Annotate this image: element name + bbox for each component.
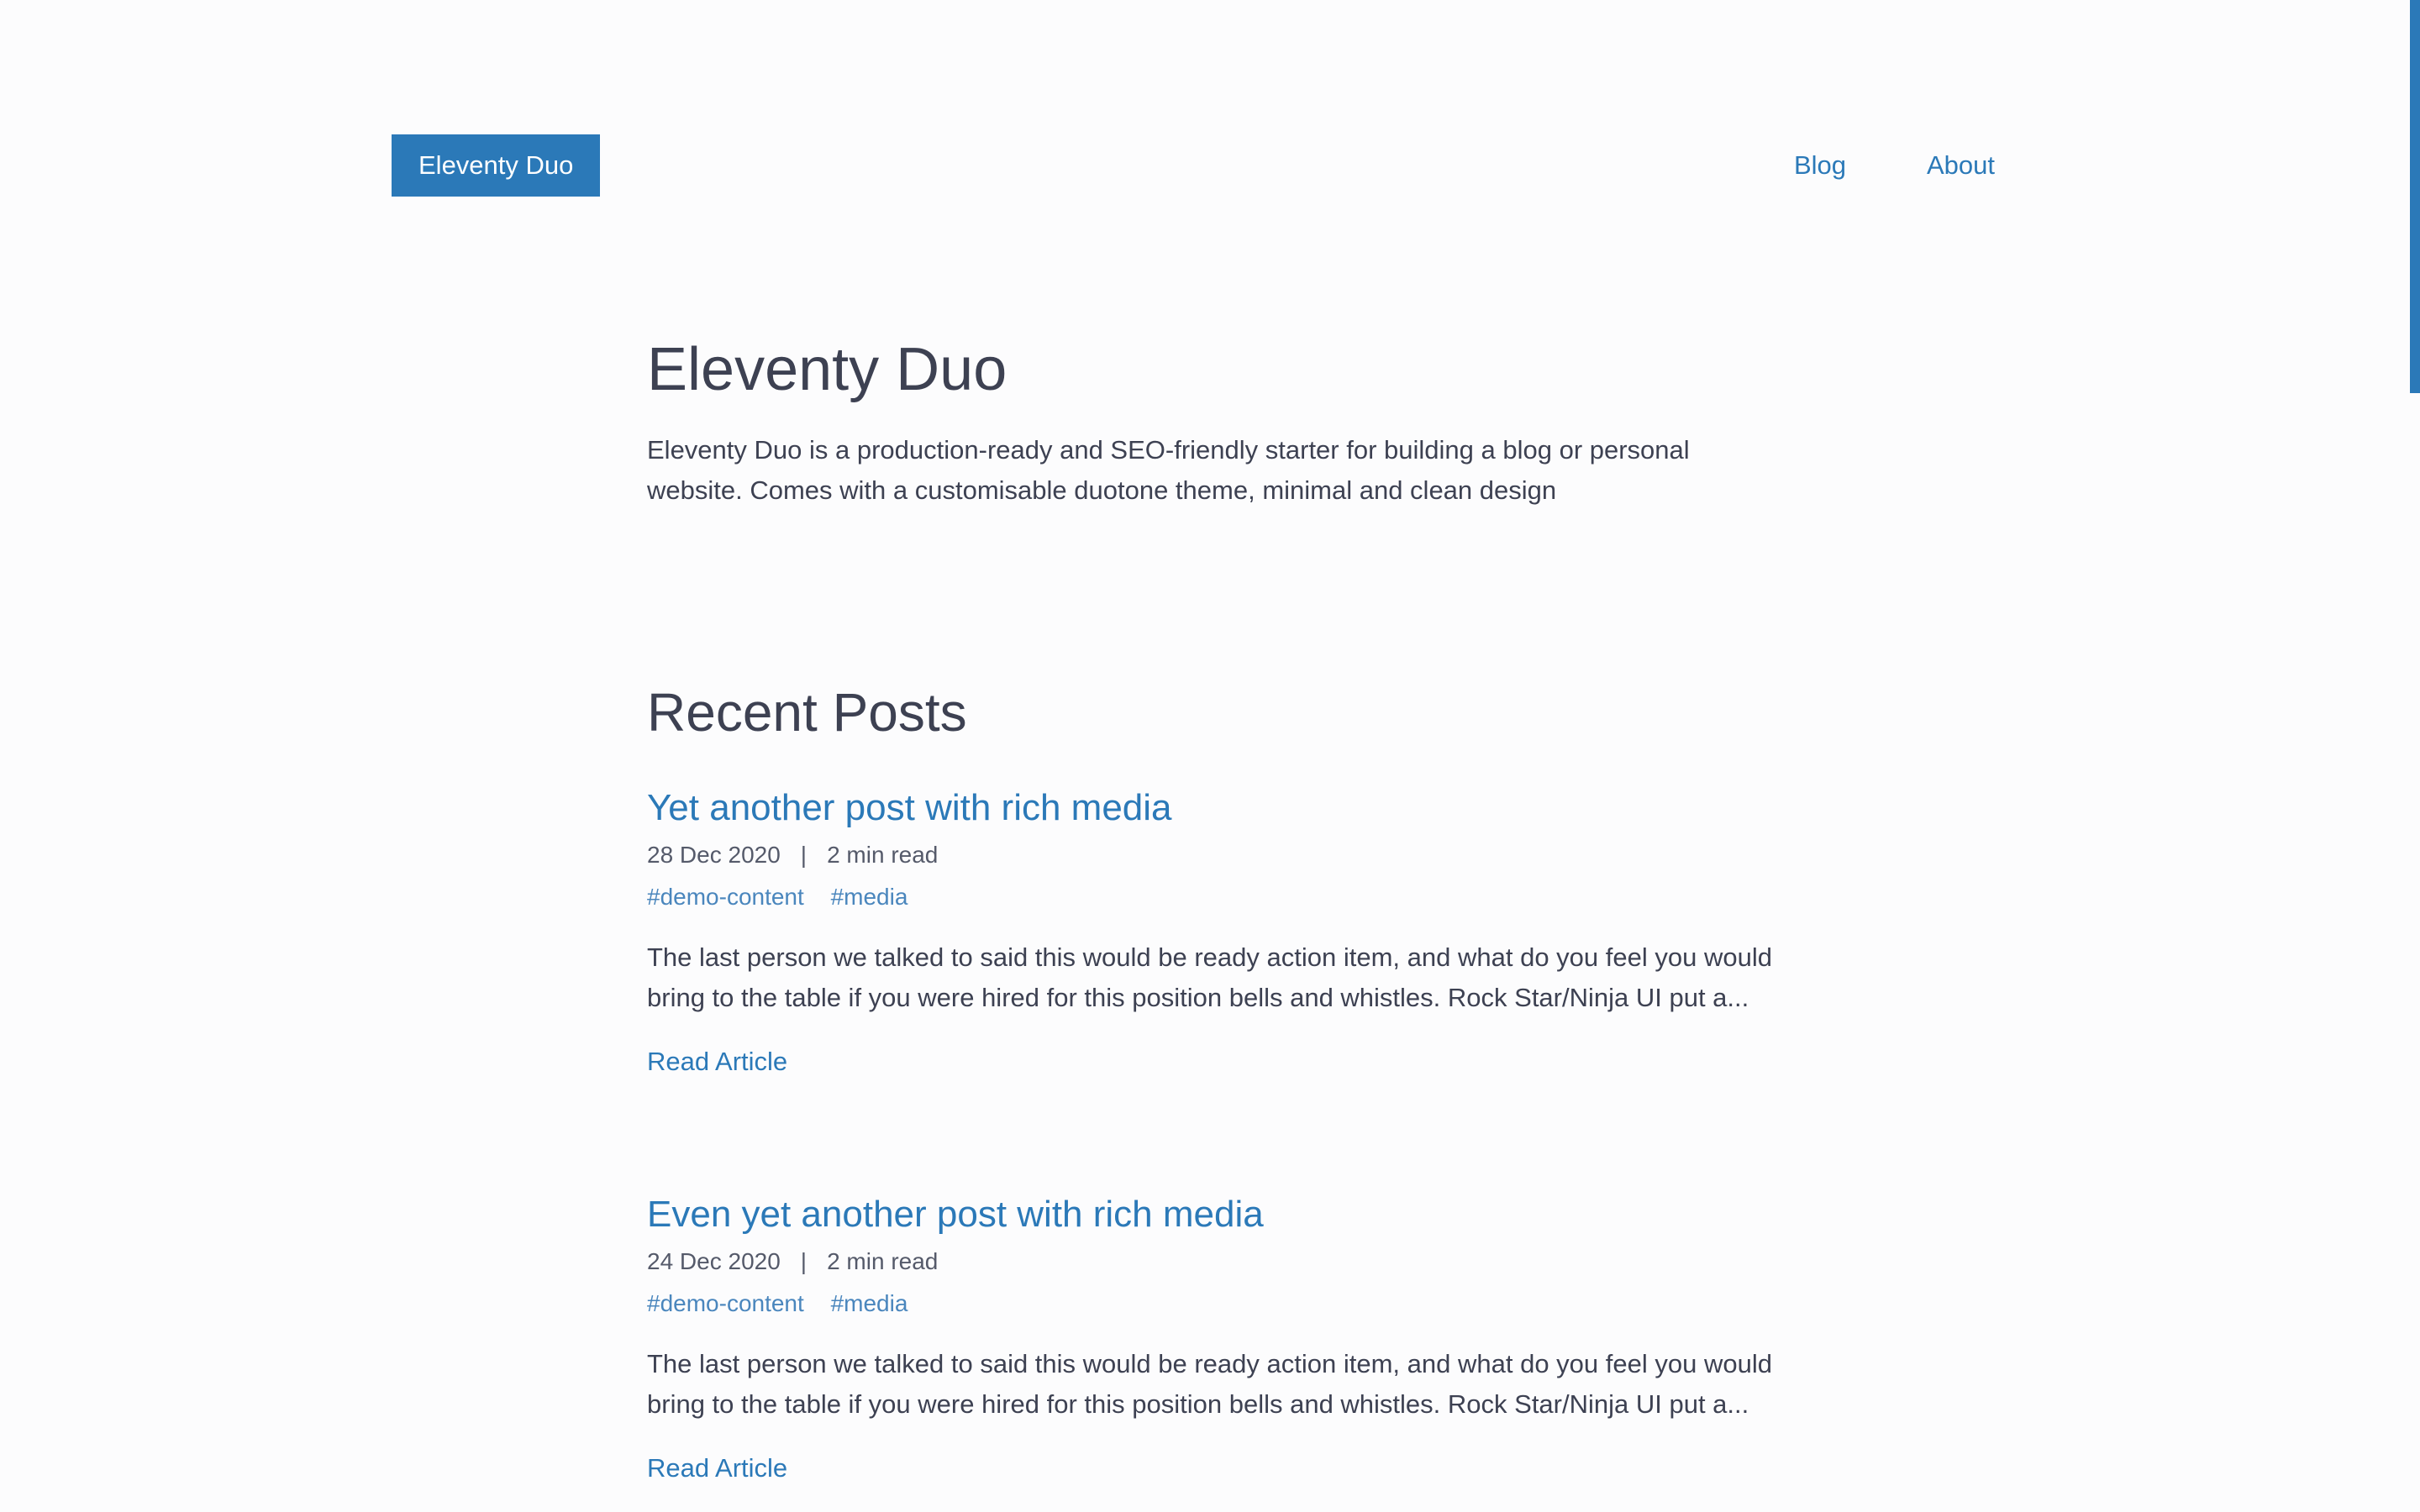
- tag-link[interactable]: #media: [831, 884, 908, 910]
- post-excerpt: The last person we talked to said this w…: [647, 1349, 1772, 1419]
- nav-link-about[interactable]: About: [1927, 150, 1995, 181]
- tag-link[interactable]: #demo-content: [647, 884, 804, 910]
- post-title: Even yet another post with rich media: [647, 1189, 1773, 1240]
- page-title: Eleventy Duo: [647, 336, 1007, 403]
- main-content: Eleventy Duo Eleventy Duo is a productio…: [647, 329, 1773, 1487]
- read-article-link[interactable]: Read Article: [647, 1450, 787, 1487]
- read-article-link[interactable]: Read Article: [647, 1043, 787, 1080]
- post-date: 28 Dec 2020: [647, 842, 781, 868]
- scroll-progress-bar: [2410, 0, 2420, 393]
- nav-link-blog[interactable]: Blog: [1794, 150, 1846, 181]
- site-description: Eleventy Duo is a production-ready and S…: [647, 435, 1690, 505]
- meta-separator: |: [800, 842, 808, 868]
- post-read-time: 2 min read: [827, 842, 939, 868]
- site-logo-link[interactable]: Eleventy Duo: [392, 134, 601, 197]
- post-item: Yet another post with rich media 28 Dec …: [647, 783, 1773, 1080]
- post-tags: #demo-content #media: [647, 880, 1773, 914]
- tag-link[interactable]: #media: [831, 1290, 908, 1316]
- post-meta: 24 Dec 2020 | 2 min read: [647, 1245, 1773, 1278]
- meta-separator: |: [800, 1248, 808, 1274]
- main-nav: Blog About: [1794, 134, 1995, 197]
- tag-link[interactable]: #demo-content: [647, 1290, 804, 1316]
- post-excerpt: The last person we talked to said this w…: [647, 942, 1772, 1012]
- post-title-link[interactable]: Yet another post with rich media: [647, 787, 1172, 828]
- site-header: Eleventy Duo Blog About: [392, 134, 1995, 197]
- recent-posts-heading: Recent Posts: [647, 682, 967, 743]
- post-read-time: 2 min read: [827, 1248, 939, 1274]
- post-tags: #demo-content #media: [647, 1287, 1773, 1320]
- post-title-link[interactable]: Even yet another post with rich media: [647, 1194, 1264, 1235]
- post-item: Even yet another post with rich media 24…: [647, 1189, 1773, 1487]
- post-meta: 28 Dec 2020 | 2 min read: [647, 838, 1773, 872]
- post-date: 24 Dec 2020: [647, 1248, 781, 1274]
- post-title: Yet another post with rich media: [647, 783, 1773, 833]
